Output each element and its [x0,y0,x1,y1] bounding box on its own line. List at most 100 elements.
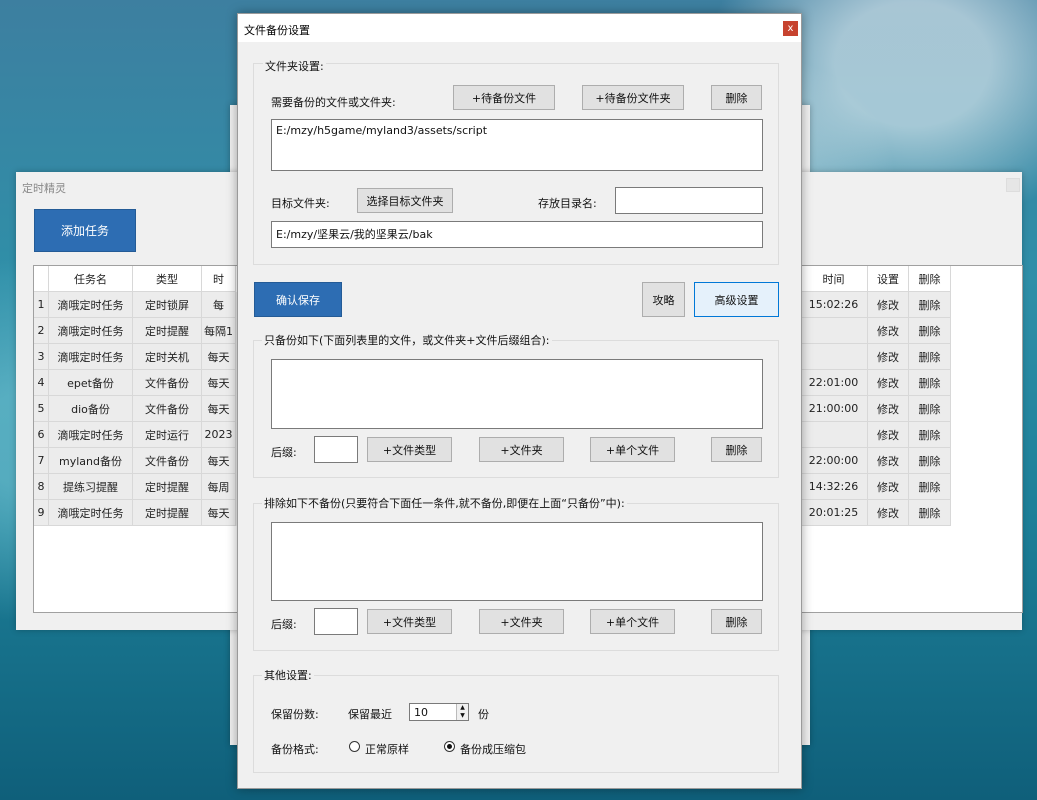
column-header-index [34,266,49,292]
format-normal-radio[interactable] [349,741,360,752]
row-task-time: 21:00:00 [800,396,868,422]
row-task-time: 15:02:26 [800,292,868,318]
stepper-arrows-icon[interactable]: ▲ ▼ [456,704,468,720]
include-list[interactable] [271,359,763,429]
row-task-name: epet备份 [49,370,133,396]
add-backup-file-button[interactable]: +待备份文件 [453,85,555,110]
exclude-delete-button[interactable]: 删除 [711,609,762,634]
row-task-type: 定时提醒 [133,318,202,344]
keep-count-label: 保留份数: [271,708,319,721]
column-header-delete[interactable]: 删除 [909,266,951,292]
row-edit-button[interactable]: 修改 [868,292,909,318]
advanced-settings-button[interactable]: 高级设置 [694,282,779,317]
row-task-schedule: 每天 [202,500,236,526]
row-edit-button[interactable]: 修改 [868,448,909,474]
exclude-label: 排除如下不备份(只要符合下面任一条件,就不备份,即便在上面“只备份”中): [262,495,627,511]
exclude-add-folder-button[interactable]: +文件夹 [479,609,564,634]
choose-target-button[interactable]: 选择目标文件夹 [357,188,453,213]
include-label: 只备份如下(下面列表里的文件，或文件夹+文件后缀组合): [262,332,552,348]
confirm-save-button[interactable]: 确认保存 [254,282,342,317]
format-zip-radio[interactable] [444,741,455,752]
delete-source-button[interactable]: 删除 [711,85,762,110]
include-add-folder-button[interactable]: +文件夹 [479,437,564,462]
column-header-type[interactable]: 类型 [133,266,202,292]
exclude-suffix-input[interactable] [314,608,358,635]
row-task-schedule: 2023 [202,422,236,448]
row-index: 4 [34,370,49,396]
row-task-time: 22:00:00 [800,448,868,474]
row-delete-button[interactable]: 删除 [909,370,951,396]
guide-button[interactable]: 攻略 [642,282,685,317]
row-task-type: 文件备份 [133,370,202,396]
keep-recent-label: 保留最近 [348,708,392,721]
row-delete-button[interactable]: 删除 [909,292,951,318]
exclude-add-type-button[interactable]: +文件类型 [367,609,452,634]
row-task-name: myland备份 [49,448,133,474]
row-delete-button[interactable]: 删除 [909,448,951,474]
row-task-type: 定时提醒 [133,500,202,526]
include-suffix-input[interactable] [314,436,358,463]
row-delete-button[interactable]: 删除 [909,396,951,422]
column-header-settings[interactable]: 设置 [868,266,909,292]
target-folder-field[interactable]: E:/mzy/坚果云/我的坚果云/bak [271,221,763,248]
store-dir-label: 存放目录名: [538,197,597,210]
column-header-when[interactable]: 时 [202,266,236,292]
include-delete-button[interactable]: 删除 [711,437,762,462]
include-add-type-button[interactable]: +文件类型 [367,437,452,462]
row-task-time: 14:32:26 [800,474,868,500]
row-task-schedule: 每隔1 [202,318,236,344]
row-edit-button[interactable]: 修改 [868,474,909,500]
row-edit-button[interactable]: 修改 [868,370,909,396]
row-delete-button[interactable]: 删除 [909,422,951,448]
keep-count-stepper[interactable]: 10 ▲ ▼ [409,703,469,721]
row-task-type: 定时提醒 [133,474,202,500]
format-zip-label[interactable]: 备份成压缩包 [460,741,526,757]
column-header-name[interactable]: 任务名 [49,266,133,292]
row-index: 8 [34,474,49,500]
row-task-name: 滴哦定时任务 [49,344,133,370]
row-task-schedule: 每天 [202,344,236,370]
row-task-time: 22:01:00 [800,370,868,396]
exclude-list[interactable] [271,522,763,601]
row-delete-button[interactable]: 删除 [909,344,951,370]
dialog-close-button[interactable]: x [783,21,798,36]
row-delete-button[interactable]: 删除 [909,318,951,344]
include-add-file-button[interactable]: +单个文件 [590,437,675,462]
add-task-button[interactable]: 添加任务 [34,209,136,252]
row-task-name: dio备份 [49,396,133,422]
dialog-title: 文件备份设置 [244,24,310,37]
row-index: 3 [34,344,49,370]
row-index: 1 [34,292,49,318]
source-list[interactable]: E:/mzy/h5game/myland3/assets/script [271,119,763,171]
keep-unit-label: 份 [478,708,489,721]
source-label: 需要备份的文件或文件夹: [271,96,396,109]
row-delete-button[interactable]: 删除 [909,500,951,526]
row-task-schedule: 每 [202,292,236,318]
row-index: 5 [34,396,49,422]
other-settings-group [253,675,779,773]
row-task-schedule: 每天 [202,448,236,474]
row-task-type: 文件备份 [133,448,202,474]
add-backup-folder-button[interactable]: +待备份文件夹 [582,85,684,110]
row-task-time: 20:01:25 [800,500,868,526]
row-edit-button[interactable]: 修改 [868,422,909,448]
column-header-time[interactable]: 时间 [800,266,868,292]
row-delete-button[interactable]: 删除 [909,474,951,500]
row-task-type: 文件备份 [133,396,202,422]
row-task-type: 定时运行 [133,422,202,448]
keep-count-value: 10 [414,706,428,719]
store-dir-input[interactable] [615,187,763,214]
main-close-button[interactable] [1006,178,1020,192]
folder-settings-label: 文件夹设置: [263,58,326,74]
row-task-time [800,318,868,344]
row-index: 6 [34,422,49,448]
row-index: 7 [34,448,49,474]
row-edit-button[interactable]: 修改 [868,500,909,526]
row-task-time [800,422,868,448]
row-edit-button[interactable]: 修改 [868,396,909,422]
format-normal-label[interactable]: 正常原样 [365,741,409,757]
target-label: 目标文件夹: [271,197,330,210]
row-edit-button[interactable]: 修改 [868,318,909,344]
exclude-add-file-button[interactable]: +单个文件 [590,609,675,634]
row-edit-button[interactable]: 修改 [868,344,909,370]
